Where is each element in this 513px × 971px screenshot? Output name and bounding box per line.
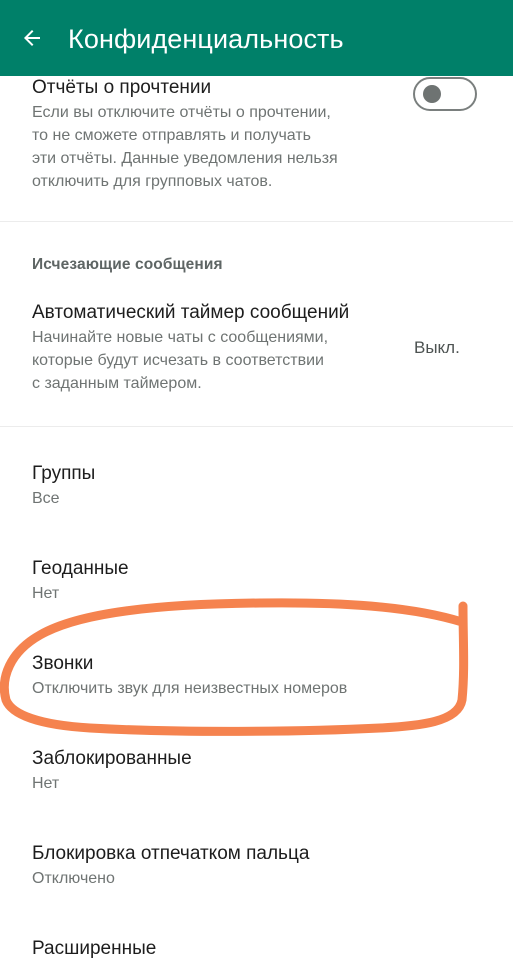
message-timer-title: Автоматический таймер сообщений bbox=[32, 302, 350, 323]
advanced-title: Расширенные bbox=[32, 938, 157, 959]
section-header-disappearing: Исчезающие сообщения bbox=[32, 256, 223, 273]
divider bbox=[0, 426, 513, 427]
fingerprint-lock-setting[interactable]: Блокировка отпечатком пальца Отключено bbox=[32, 841, 309, 890]
location-setting[interactable]: Геоданные Нет bbox=[32, 556, 129, 605]
toggle-thumb bbox=[423, 85, 441, 103]
location-value: Нет bbox=[32, 585, 60, 602]
read-receipts-setting[interactable]: Отчёты о прочтении Если вы отключите отч… bbox=[32, 76, 338, 193]
page-title: Конфиденциальность bbox=[68, 24, 344, 54]
message-timer-description: Начинайте новые чаты с сообщениями, кото… bbox=[32, 329, 329, 392]
blocked-value: Нет bbox=[32, 775, 60, 792]
back-arrow-icon[interactable] bbox=[20, 26, 44, 50]
blocked-setting[interactable]: Заблокированные Нет bbox=[32, 746, 192, 795]
advanced-setting[interactable]: Расширенные bbox=[32, 936, 156, 962]
groups-setting[interactable]: Группы Все bbox=[32, 461, 95, 510]
read-receipts-toggle[interactable] bbox=[413, 77, 481, 113]
fingerprint-lock-title: Блокировка отпечатком пальца bbox=[32, 843, 310, 864]
blocked-title: Заблокированные bbox=[32, 748, 192, 769]
calls-setting[interactable]: Звонки Отключить звук для неизвестных но… bbox=[32, 651, 347, 700]
calls-title: Звонки bbox=[32, 653, 94, 674]
settings-list: Отчёты о прочтении Если вы отключите отч… bbox=[0, 76, 513, 971]
location-title: Геоданные bbox=[32, 558, 129, 579]
message-timer-value: Выкл. bbox=[414, 338, 460, 357]
groups-value: Все bbox=[32, 490, 60, 507]
read-receipts-title: Отчёты о прочтении bbox=[32, 77, 212, 98]
calls-value: Отключить звук для неизвестных номеров bbox=[32, 680, 348, 697]
app-bar: Конфиденциальность bbox=[0, 0, 513, 76]
read-receipts-description: Если вы отключите отчёты о прочтении, то… bbox=[32, 104, 338, 190]
divider bbox=[0, 221, 513, 222]
message-timer-setting[interactable]: Автоматический таймер сообщений Начинайт… bbox=[32, 300, 349, 395]
groups-title: Группы bbox=[32, 463, 96, 484]
fingerprint-lock-value: Отключено bbox=[32, 870, 115, 887]
